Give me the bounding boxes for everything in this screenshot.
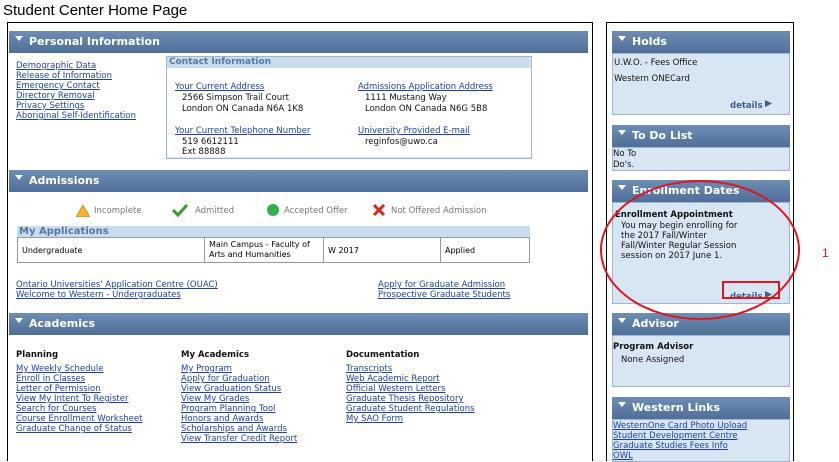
todo-text-line2: Do's. [613,160,635,170]
application-program: Main Campus - Faculty of Arts and Humani… [204,237,324,263]
link-honors-and-awards[interactable]: Honors and Awards [181,414,263,424]
link-apply-graduate-admission[interactable]: Apply for Graduate Admission [378,280,505,290]
link-weekly-schedule[interactable]: My Weekly Schedule [16,364,104,374]
collapse-triangle-icon [15,317,23,323]
application-career: Undergraduate [17,237,205,263]
my-academics-title: My Academics [181,350,250,360]
academics-header-label: Academics [29,317,96,330]
link-course-enrollment-worksheet[interactable]: Course Enrollment Worksheet [16,414,142,424]
link-prospective-graduate-students[interactable]: Prospective Graduate Students [378,290,510,300]
todo-header[interactable]: To Do List [612,125,790,147]
circle-icon [267,204,279,216]
academics-header[interactable]: Academics [9,313,588,335]
holds-header[interactable]: Holds [612,31,790,53]
link-transcripts[interactable]: Transcripts [346,364,392,374]
admissions-address-line2: London ON Canada N6G 5B8 [365,104,488,114]
personal-info-header-label: Personal Information [29,35,160,48]
phone-line1: 519 6612111 [182,137,239,147]
email-value: reginfos@uwo.ca [365,137,438,147]
legend-admitted: Admitted [195,206,234,216]
link-directory-removal[interactable]: Directory Removal [16,91,95,101]
documentation-title: Documentation [346,350,420,360]
link-welcome-undergraduates[interactable]: Welcome to Western - Undergraduates [16,290,181,300]
link-graduation-status[interactable]: View Graduation Status [181,384,281,394]
link-graduate-thesis-repository[interactable]: Graduate Thesis Repository [346,394,463,404]
link-intent-to-register[interactable]: View My Intent To Register [16,394,128,404]
link-search-for-courses[interactable]: Search for Courses [16,404,96,414]
link-graduate-studies-fees-info[interactable]: Graduate Studies Fees Info [613,441,728,451]
collapse-triangle-icon [618,401,626,407]
link-enroll-in-classes[interactable]: Enroll in Classes [16,374,85,384]
applications-table: Undergraduate Main Campus - Faculty of A… [17,237,530,263]
admissions-header-label: Admissions [29,174,100,187]
holds-details-button[interactable]: details [730,95,773,113]
current-address-line1: 2566 Simpson Trail Court [182,93,289,103]
current-address-line2: London ON Canada N6A 1K8 [182,104,304,114]
highlight-rectangle [722,281,780,299]
todo-header-label: To Do List [632,129,693,142]
collapse-triangle-icon [618,35,626,41]
link-demographic-data[interactable]: Demographic Data [16,61,96,71]
collapse-triangle-icon [618,184,626,190]
program-advisor-title: Program Advisor [613,342,694,352]
western-links-header-label: Western Links [632,401,721,414]
phone-line2: Ext 88888 [182,147,226,157]
link-aboriginal-self-identification[interactable]: Aboriginal Self-Identification [16,111,136,121]
link-letter-of-permission[interactable]: Letter of Permission [16,384,101,394]
highlight-oval [600,180,800,320]
link-web-academic-report[interactable]: Web Academic Report [346,374,440,384]
link-westernone-card-photo-upload[interactable]: WesternOne Card Photo Upload [613,421,747,431]
link-ouac[interactable]: Ontario Universities' Application Centre… [16,280,218,290]
link-emergency-contact[interactable]: Emergency Contact [16,81,100,91]
link-university-email[interactable]: University Provided E-mail [358,126,470,136]
warning-icon [76,205,90,217]
annotation-number: 1 [822,246,829,260]
holds-header-label: Holds [632,35,667,48]
planning-title: Planning [16,350,59,360]
legend-accepted-offer: Accepted Offer [284,206,348,216]
link-current-address[interactable]: Your Current Address [175,82,264,92]
link-program-planning-tool[interactable]: Program Planning Tool [181,404,275,414]
collapse-triangle-icon [618,129,626,135]
table-row: Undergraduate Main Campus - Faculty of A… [17,237,530,263]
link-view-my-grades[interactable]: View My Grades [181,394,249,404]
program-advisor-value: None Assigned [621,355,685,365]
todo-text-line1: No To [613,149,637,159]
hold-item: Western ONECard [614,74,690,84]
link-my-program[interactable]: My Program [181,364,232,374]
admissions-header[interactable]: Admissions [9,170,588,192]
link-current-phone[interactable]: Your Current Telephone Number [175,126,311,136]
todo-panel [612,147,790,171]
my-applications-header: My Applications [17,226,530,237]
link-scholarships-and-awards[interactable]: Scholarships and Awards [181,424,287,434]
x-icon [372,203,386,217]
collapse-triangle-icon [618,317,626,323]
link-graduate-student-regulations[interactable]: Graduate Student Regulations [346,404,475,414]
collapse-triangle-icon [15,174,23,180]
link-apply-for-graduation[interactable]: Apply for Graduation [181,374,270,384]
link-privacy-settings[interactable]: Privacy Settings [16,101,84,111]
link-transfer-credit-report[interactable]: View Transfer Credit Report [181,434,297,444]
contact-info-header: Contact Information [167,57,529,68]
collapse-triangle-icon [15,35,23,41]
chevron-right-icon [764,100,772,108]
page-title: Student Center Home Page [3,2,188,19]
legend-not-offered: Not Offered Admission [391,206,487,216]
western-links-header[interactable]: Western Links [612,397,790,419]
legend-incomplete: Incomplete [94,206,142,216]
link-official-western-letters[interactable]: Official Western Letters [346,384,445,394]
link-my-sao-form[interactable]: My SAO Form [346,414,403,424]
link-graduate-change-of-status[interactable]: Graduate Change of Status [16,424,132,434]
hold-item: U.W.O. - Fees Office [614,58,698,68]
holds-details-label: details [730,101,763,111]
link-student-development-centre[interactable]: Student Development Centre [613,431,738,441]
link-admissions-address[interactable]: Admissions Application Address [358,82,493,92]
personal-info-header[interactable]: Personal Information [9,31,588,53]
checkmark-icon [172,203,188,217]
admissions-address-line1: 1111 Mustang Way [365,93,447,103]
application-term: W 2017 [323,237,441,263]
advisor-header-label: Advisor [632,317,679,330]
application-status: Applied [440,237,530,263]
link-release-of-information[interactable]: Release of Information [16,71,112,81]
